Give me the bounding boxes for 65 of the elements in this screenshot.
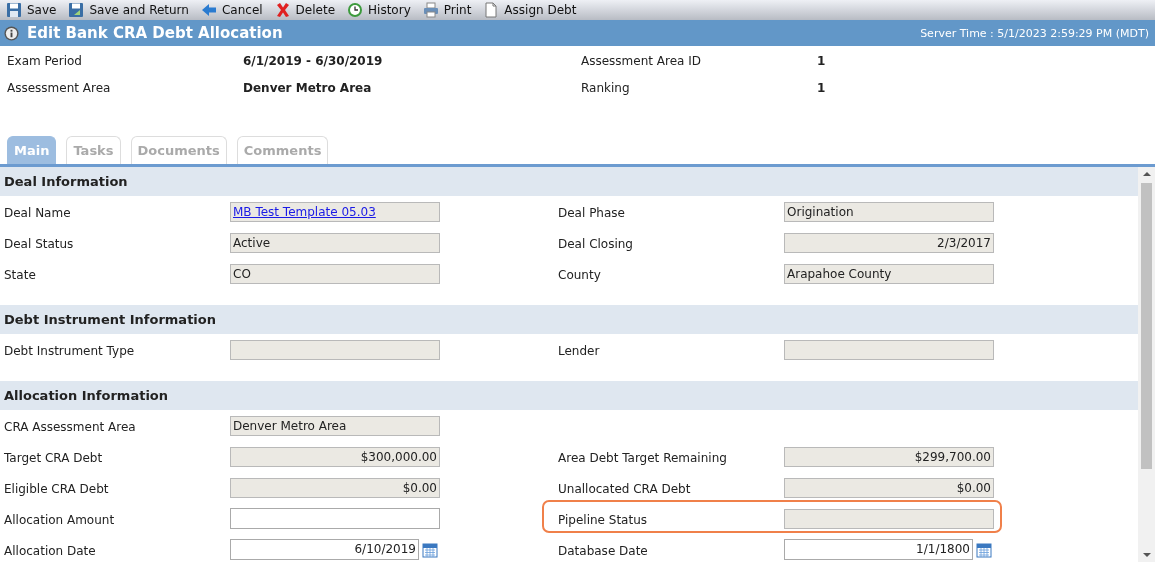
field-label: Deal Closing [557,237,634,251]
calendar-icon[interactable] [976,541,992,558]
document-icon [483,2,500,18]
delete-icon [274,2,291,18]
left-arrow-icon [200,2,217,18]
summary-value: 1 [817,53,827,68]
field-label: Allocation Date [3,544,97,558]
scrollbar[interactable] [1138,167,1155,562]
toolbar-button[interactable]: Save and Return [68,1,189,19]
summary-value: 1 [817,80,827,95]
input-field[interactable] [230,508,440,529]
readonly-field: CO [230,263,440,284]
calendar-icon[interactable] [422,541,438,558]
info-icon [4,25,19,41]
readonly-field: Active [230,232,440,253]
readonly-field: $299,700.00 [784,446,994,467]
readonly-field: Arapahoe County [784,263,994,284]
field-label: Unallocated CRA Debt [557,482,692,496]
field-label: County [557,268,602,282]
field-label: State [3,268,37,282]
summary-value: 6/1/2019 - 6/30/2019 [243,53,384,68]
field-label: Deal Name [3,206,72,220]
toolbar-button[interactable]: Cancel [200,1,263,19]
toolbar-button[interactable]: History [347,1,411,19]
printer-icon [422,2,439,18]
clock-icon [347,2,364,18]
field-label: Allocation Amount [3,513,116,527]
readonly-field: 2/3/2017 [784,232,994,253]
toolbar-button[interactable]: Assign Debt [483,1,577,19]
toolbar-button[interactable]: Print [422,1,472,19]
summary-value: Denver Metro Area [243,80,373,95]
field-label: Debt Instrument Type [3,344,136,358]
summary-label: Ranking [581,80,631,95]
summary-label: Assessment Area ID [581,53,702,68]
summary-label: Assessment Area [7,80,112,95]
readonly-field: Denver Metro Area [230,415,440,436]
field-label: Target CRA Debt [3,451,104,465]
field-label: Pipeline Status [557,513,648,527]
save-return-icon [68,2,85,18]
readonly-field: $0.00 [230,477,440,498]
page-title: Edit Bank CRA Debt Allocation [27,24,283,42]
field-label: Area Debt Target Remaining [557,451,728,465]
section-header: Debt Instrument Information [0,305,1138,334]
save-icon [6,2,22,18]
server-time: Server Time : 5/1/2023 2:59:29 PM (MDT) [920,26,1149,40]
readonly-field: $0.00 [784,477,994,498]
toolbar-button[interactable]: Delete [274,1,336,19]
scroll-down-icon[interactable] [1142,552,1151,558]
readonly-field: Origination [784,201,994,222]
readonly-field: $300,000.00 [230,446,440,467]
field-label: Lender [557,344,601,358]
field-label: Database Date [557,544,649,558]
field-label: Deal Phase [557,206,626,220]
field-label: Deal Status [3,237,75,251]
section-header: Allocation Information [0,381,1138,410]
scroll-thumb[interactable] [1141,183,1152,469]
date-field[interactable]: 6/10/2019 [230,539,419,560]
summary-label: Exam Period [7,53,83,68]
date-field[interactable]: 1/1/1800 [784,539,973,560]
field-label: CRA Assessment Area [3,420,137,434]
toolbar-button[interactable]: Save [6,1,57,19]
scroll-up-icon[interactable] [1142,171,1151,177]
field-label: Eligible CRA Debt [3,482,110,496]
section-header: Deal Information [0,167,1138,196]
deal-link[interactable]: MB Test Template 05.03 [233,204,376,219]
